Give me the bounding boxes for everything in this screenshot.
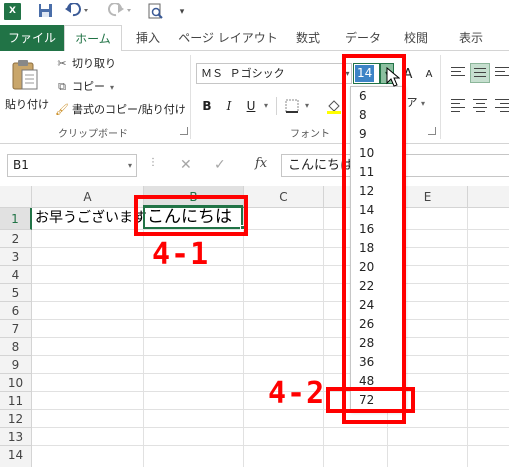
align-middle-button[interactable] [470,63,490,83]
gridline [32,265,509,266]
clipboard-launcher-icon[interactable] [180,127,188,135]
divider [276,97,277,115]
gridline [243,208,244,467]
gridline [32,373,509,374]
row-header-14[interactable]: 14 [0,446,32,467]
tab-file[interactable]: ファイル [0,25,64,51]
row-header-4[interactable]: 4 [0,266,32,284]
copy-button[interactable]: ⧉ コピー ▾ [54,78,114,96]
gridline [32,355,509,356]
group-divider [440,55,441,139]
undo-icon[interactable] [62,2,92,21]
borders-button[interactable] [283,96,301,116]
format-painter-label: 書式のコピー/貼り付け [72,103,186,116]
borders-dropdown-icon[interactable]: ▾ [302,96,312,116]
align-right-button[interactable] [492,95,509,115]
name-box[interactable]: B1 [7,154,137,177]
annotation-box-size-72 [326,387,415,413]
column-header-c[interactable]: C [244,186,324,208]
gridline [32,301,509,302]
row-header-3[interactable]: 3 [0,248,32,266]
excel-logo-icon: X [4,3,21,20]
phonetic-dropdown-icon[interactable]: ▾ [418,94,428,114]
group-divider [190,55,191,139]
bold-button[interactable]: B [199,96,215,116]
gridline [143,208,144,467]
align-bottom-button[interactable] [492,63,509,83]
column-header-a[interactable]: A [32,186,144,208]
row-header-1[interactable]: 1 [0,208,32,230]
cancel-icon[interactable]: ✕ [180,157,192,173]
row-header-8[interactable]: 8 [0,338,32,356]
redo-icon[interactable] [105,2,135,21]
font-group-label: フォント [290,129,330,140]
font-launcher-icon[interactable] [428,127,436,135]
format-painter-button[interactable]: 🖌 書式のコピー/貼り付け [54,101,186,119]
row-header-9[interactable]: 9 [0,356,32,374]
tab-home[interactable]: ホーム [64,25,122,52]
excel-window: X ▾ ファイル ホーム 挿入 ページ レイアウト 数式 データ 校閲 表示 貼… [0,0,509,467]
gridline [323,208,324,467]
cut-label: 切り取り [72,57,116,70]
gridline [32,337,509,338]
quick-access-toolbar: X ▾ [0,0,509,24]
align-center-button[interactable] [470,95,490,115]
annotation-box-cell-b1 [134,195,248,236]
row-header-10[interactable]: 10 [0,374,32,392]
select-all-corner[interactable] [0,186,32,208]
scissors-icon: ✂ [57,57,67,70]
annotation-label-4-2: 4-2 [268,376,326,411]
row-header-12[interactable]: 12 [0,410,32,428]
row-header-11[interactable]: 11 [0,392,32,410]
paste-button[interactable]: 貼り付け [4,96,50,112]
tab-data[interactable]: データ [340,25,386,51]
fill-color-button[interactable] [325,96,343,116]
gridline [32,283,509,284]
align-left-button[interactable] [448,95,468,115]
annotation-box-size-list [342,54,406,424]
row-header-5[interactable]: 5 [0,284,32,302]
enter-icon[interactable]: ✓ [214,157,226,173]
gridline [32,427,509,428]
row-header-6[interactable]: 6 [0,302,32,320]
more-icon: ⋮ [148,157,158,168]
tab-page-layout[interactable]: ページ レイアウト [178,25,278,51]
underline-button[interactable]: U [243,96,259,116]
save-icon[interactable] [36,3,54,21]
ribbon-home: 貼り付け ✂ 切り取り ⧉ コピー ▾ 🖌 書式のコピー/貼り付け クリップボード ＭＳ… [0,51,509,144]
chevron-down-icon: ▾ [110,83,115,92]
underline-dropdown-icon[interactable]: ▾ [261,96,271,116]
print-preview-icon[interactable] [146,3,164,21]
gridline [32,247,509,248]
tab-view[interactable]: 表示 [448,25,494,51]
copy-label: コピー [72,80,105,93]
gridline [32,319,509,320]
customize-qat-icon[interactable]: ▾ [176,3,188,21]
tab-insert[interactable]: 挿入 [128,25,168,51]
gridline [32,445,509,446]
tab-formulas[interactable]: 数式 [288,25,328,51]
clipboard-group-label: クリップボード [58,129,128,140]
cut-button[interactable]: ✂ 切り取り [54,55,116,73]
row-header-7[interactable]: 7 [0,320,32,338]
ribbon-tabs: ファイル ホーム 挿入 ページ レイアウト 数式 データ 校閲 表示 [0,25,509,52]
insert-function-button[interactable]: fx [255,156,267,171]
tab-review[interactable]: 校閲 [398,25,434,51]
align-top-button[interactable] [448,63,468,83]
name-box-dropdown-icon[interactable]: ▾ [124,155,136,176]
format-painter-icon: 🖌 [55,103,69,116]
font-name-combobox[interactable]: ＭＳ Ｐゴシック [196,63,352,84]
shrink-font-button[interactable]: A [422,65,436,85]
paste-icon[interactable] [11,58,39,92]
row-header-13[interactable]: 13 [0,428,32,446]
gridline [32,229,509,230]
cell-a1[interactable]: お早うございます [35,207,147,229]
gridline [467,208,468,467]
column-header-f[interactable] [468,186,509,208]
annotation-label-4-1: 4-1 [152,237,210,272]
row-header-2[interactable]: 2 [0,230,32,248]
formula-bar: B1 ▾ ⋮ ✕ ✓ fx こんにちは [0,144,509,186]
copy-icon: ⧉ [58,80,66,93]
italic-button[interactable]: I [221,96,237,116]
